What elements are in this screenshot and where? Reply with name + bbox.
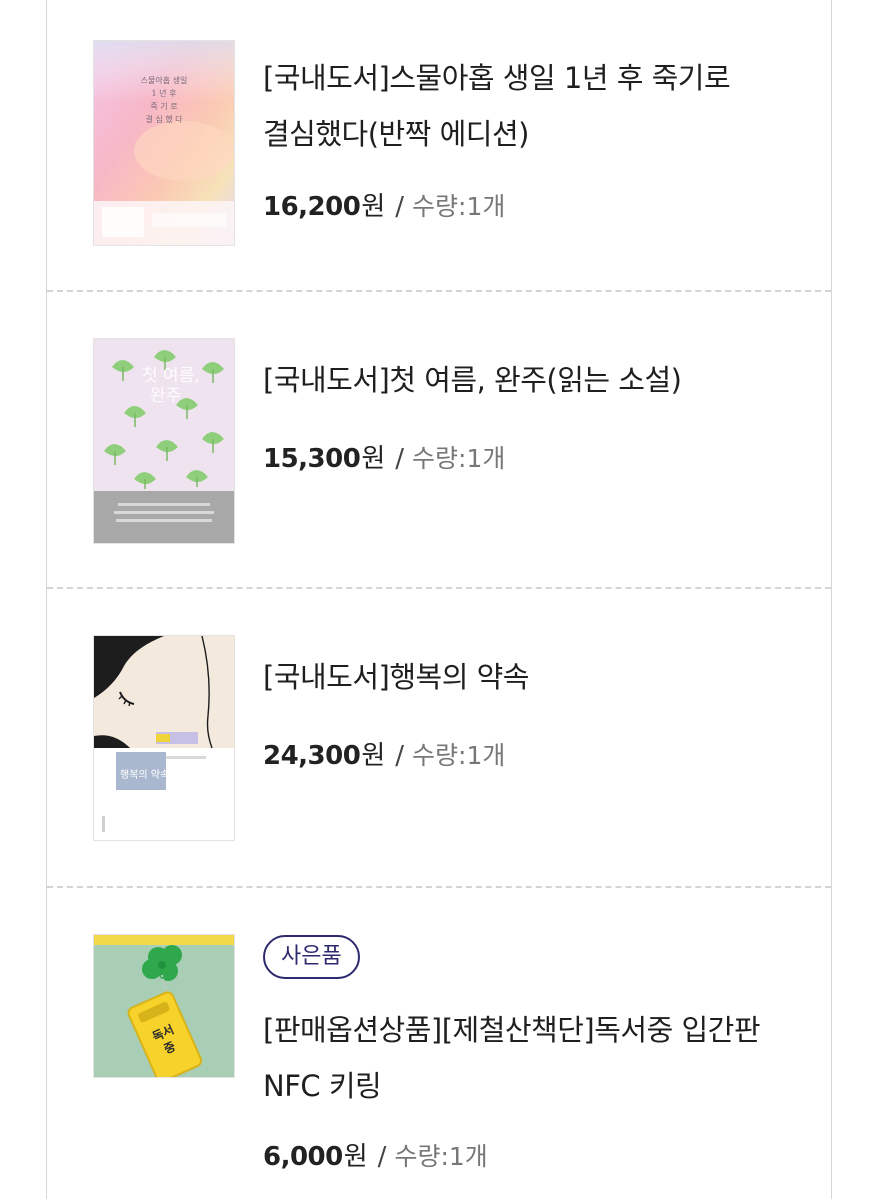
list-item[interactable]: 독서 중 사은품 [판매옵션상품][제철산책단]독서중 입간판 NFC 키링 6… — [47, 888, 831, 1199]
list-item[interactable]: 첫 여름, 완주 [국내도서]첫 여름, 완주(읽는 소설) 15,300원 / 수… — [47, 292, 831, 589]
cover-text: 스물아홉 생일 — [141, 75, 188, 85]
price-line: 16,200원 / 수량:1개 — [263, 186, 505, 223]
price-value: 6,000 — [263, 1142, 343, 1172]
product-title[interactable]: [국내도서]첫 여름, 완주(읽는 소설) — [263, 352, 803, 408]
currency-label: 원 — [361, 192, 386, 222]
separator: / — [395, 444, 405, 474]
price-value: 16,200 — [263, 192, 361, 222]
svg-text:죽 기 로: 죽 기 로 — [150, 102, 177, 111]
price-line: 15,300원 / 수량:1개 — [263, 438, 505, 475]
separator: / — [395, 192, 405, 222]
product-title[interactable]: [판매옵션상품][제철산책단]독서중 입간판 NFC 키링 — [263, 1002, 803, 1114]
cover-text: 행복의 약속 — [120, 769, 169, 781]
book-cover-image[interactable]: 행복의 약속 — [93, 635, 235, 841]
book-cover-image[interactable]: 스물아홉 생일 1 년 후 죽 기 로 결 심 했 다 — [93, 40, 235, 246]
product-title[interactable]: [국내도서]행복의 약속 — [263, 649, 803, 705]
quantity-label: 수량:1개 — [412, 192, 506, 221]
quantity-label: 수량:1개 — [412, 741, 506, 770]
separator: / — [395, 741, 405, 771]
svg-text:완주: 완주 — [150, 386, 181, 406]
svg-text:1 년 후: 1 년 후 — [152, 88, 177, 98]
currency-label: 원 — [343, 1142, 368, 1172]
svg-text:결 심 했 다: 결 심 했 다 — [145, 114, 183, 124]
price-line: 24,300원 / 수량:1개 — [263, 735, 505, 772]
price-value: 24,300 — [263, 741, 361, 771]
gift-badge: 사은품 — [263, 935, 360, 979]
product-image[interactable]: 독서 중 — [93, 934, 235, 1078]
separator: / — [377, 1142, 387, 1172]
book-cover-image[interactable]: 첫 여름, 완주 — [93, 338, 235, 544]
currency-label: 원 — [361, 444, 386, 474]
quantity-label: 수량:1개 — [394, 1142, 488, 1171]
currency-label: 원 — [361, 741, 386, 771]
product-title[interactable]: [국내도서]스물아홉 생일 1년 후 죽기로 결심했다(반짝 에디션) — [263, 50, 803, 162]
list-item[interactable]: 스물아홉 생일 1 년 후 죽 기 로 결 심 했 다 [국내도서]스물아홉 생… — [47, 0, 831, 292]
cover-text: 첫 여름, — [142, 366, 200, 386]
price-line: 6,000원 / 수량:1개 — [263, 1136, 488, 1173]
list-item[interactable]: 행복의 약속 [국내도서]행복의 약속 24,300원 / 수량:1개 — [47, 589, 831, 885]
price-value: 15,300 — [263, 444, 361, 474]
cart-item-list: 스물아홉 생일 1 년 후 죽 기 로 결 심 했 다 [국내도서]스물아홉 생… — [46, 0, 832, 1199]
quantity-label: 수량:1개 — [412, 444, 506, 473]
